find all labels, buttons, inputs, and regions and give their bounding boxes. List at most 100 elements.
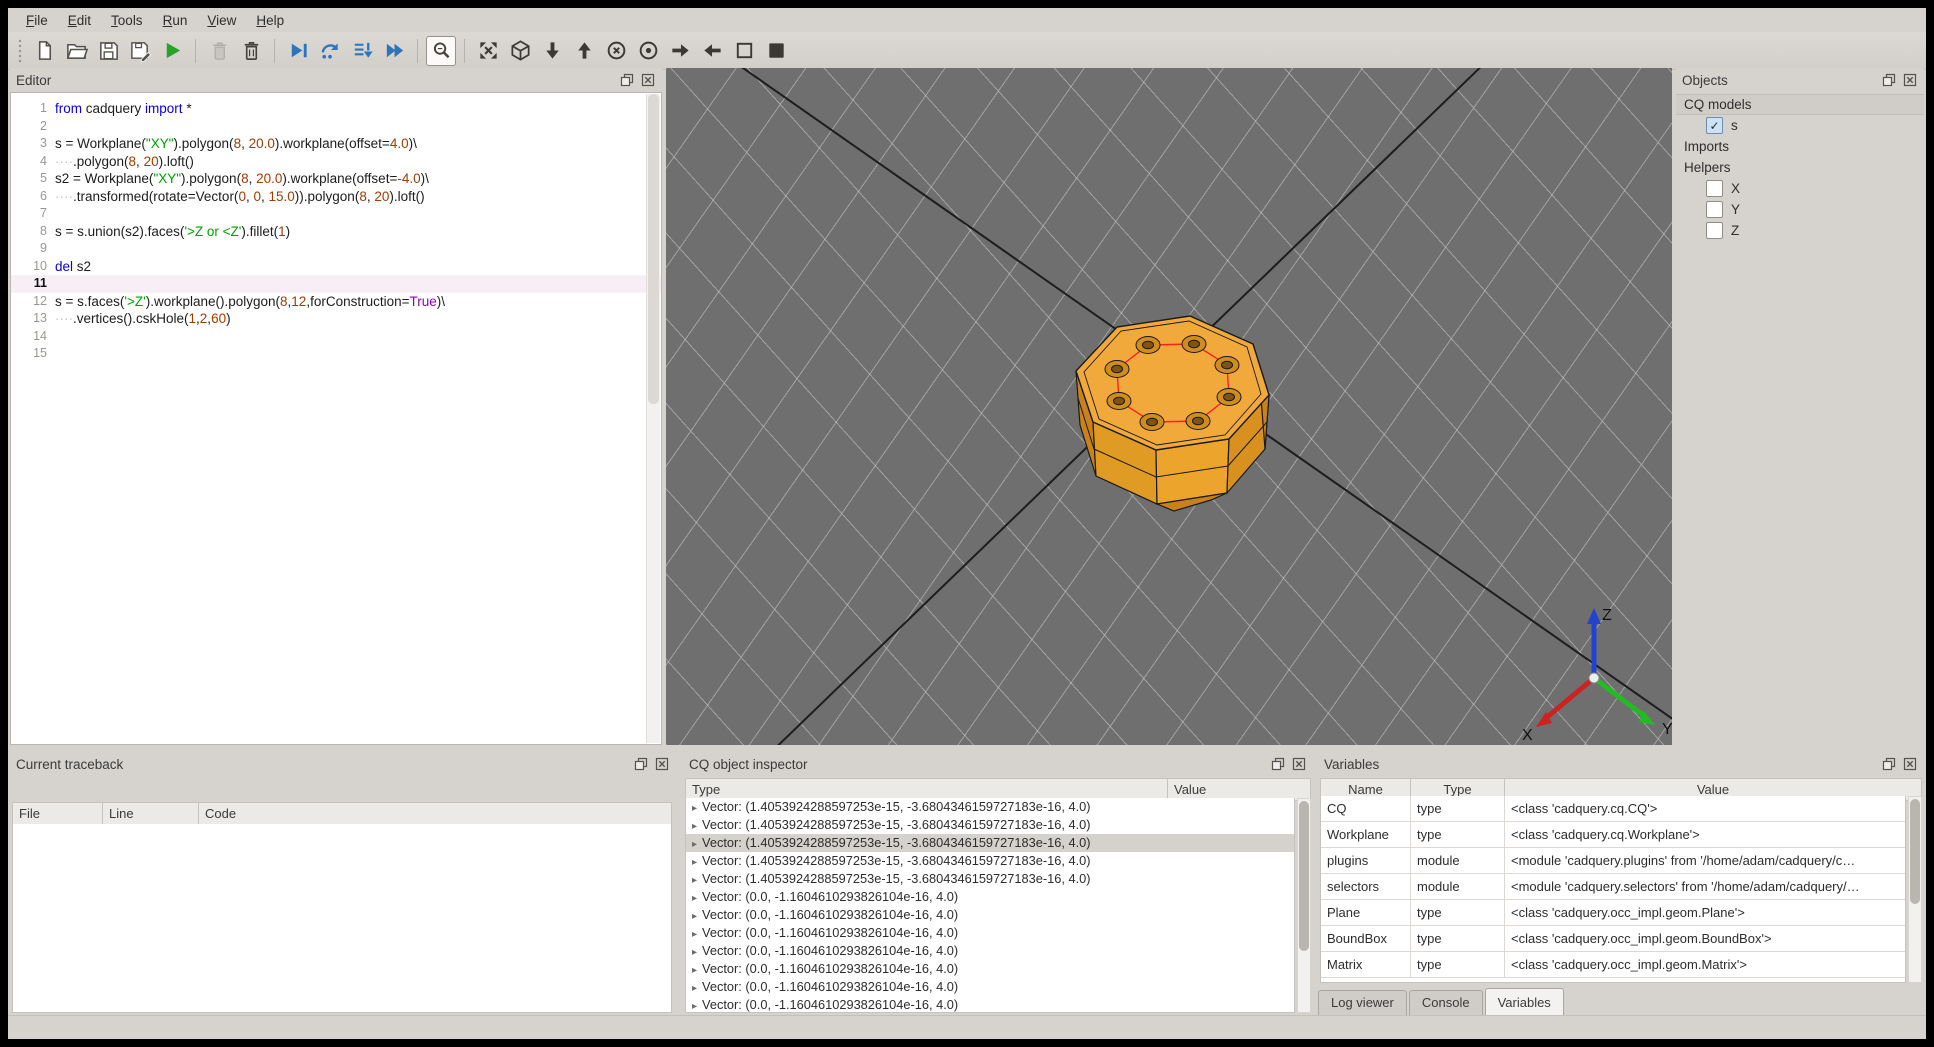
expander-icon[interactable]: ▸ [690, 875, 702, 886]
objects-item-z[interactable]: Z [1676, 220, 1924, 241]
inspector-row[interactable]: ▸ Vector: (1.4053924288597253e-15, -3.680… [686, 852, 1294, 870]
step-in-button[interactable] [347, 36, 377, 66]
inspector-row[interactable]: ▸ Vector: (1.4053924288597253e-15, -3.680… [686, 816, 1294, 834]
fit-view-button[interactable] [473, 36, 503, 66]
shaded-button[interactable] [761, 36, 791, 66]
objects-item-imports[interactable]: Imports [1676, 136, 1924, 157]
traceback-col-line[interactable]: Line [103, 803, 199, 824]
code-line-6[interactable]: 6 ····.transformed(rotate=Vector(0, 0, 15… [11, 188, 661, 206]
code-line-14[interactable]: 14 [11, 328, 661, 346]
code-line-9[interactable]: 9 [11, 240, 661, 258]
traceback-col-code[interactable]: Code [199, 803, 671, 824]
expander-icon[interactable]: ▸ [690, 839, 702, 850]
editor-scrollbar-thumb[interactable] [648, 94, 659, 404]
checkbox-unchecked[interactable] [1706, 201, 1723, 218]
expander-icon[interactable]: ▸ [690, 947, 702, 958]
bottom-view-button[interactable] [569, 36, 599, 66]
variables-scrollbar[interactable] [1908, 796, 1922, 983]
left-view-button[interactable] [665, 36, 695, 66]
delete-button[interactable] [236, 36, 266, 66]
float-icon[interactable] [1270, 756, 1286, 772]
3d-viewport[interactable]: Z X Y [666, 68, 1672, 745]
variables-row[interactable]: Matrix type <class 'cadquery.occ_impl.geom… [1321, 952, 1905, 978]
inspector-row[interactable]: ▸ Vector: (0.0, -1.1604610293826104e-16, … [686, 960, 1294, 978]
expander-icon[interactable]: ▸ [690, 965, 702, 976]
code-line-2[interactable]: 2 [11, 118, 661, 136]
inspector-row[interactable]: ▸ Vector: (0.0, -1.1604610293826104e-16, … [686, 978, 1294, 996]
variables-row[interactable]: plugins module <module 'cadquery.plugins' … [1321, 848, 1905, 874]
objects-item-cq-models[interactable]: CQ models [1676, 94, 1924, 115]
inspector-row[interactable]: ▸ Vector: (0.0, -1.1604610293826104e-16, … [686, 906, 1294, 924]
variables-row[interactable]: selectors module <module 'cadquery.selecto… [1321, 874, 1905, 900]
iso-view-button[interactable] [505, 36, 535, 66]
editor-scrollbar[interactable] [646, 94, 660, 743]
code-line-4[interactable]: 4 ····.polygon(8, 20).loft() [11, 153, 661, 171]
code-line-12[interactable]: 12 s = s.faces('>Z').workplane().polygon(… [11, 293, 661, 311]
search-toggle-button[interactable] [426, 35, 456, 66]
inspector-col-value[interactable]: Value [1168, 779, 1310, 800]
close-icon[interactable] [1291, 756, 1307, 772]
close-icon[interactable] [640, 72, 656, 88]
inspector-scrollbar[interactable] [1297, 798, 1311, 1013]
code-line-3[interactable]: 3 s = Workplane("XY").polygon(8, 20.0).wo… [11, 135, 661, 153]
wireframe-button[interactable] [729, 36, 759, 66]
expander-icon[interactable]: ▸ [690, 929, 702, 940]
float-icon[interactable] [1881, 756, 1897, 772]
objects-item-x[interactable]: X [1676, 178, 1924, 199]
step-button[interactable] [315, 36, 345, 66]
menu-run[interactable]: Run [153, 10, 198, 31]
menu-view[interactable]: View [197, 10, 246, 31]
expander-icon[interactable]: ▸ [690, 983, 702, 994]
inspector-row[interactable]: ▸ Vector: (1.4053924288597253e-15, -3.680… [686, 798, 1294, 816]
variables-table-body[interactable]: CQ type <class 'cadquery.cq.CQ'> Workplane t… [1320, 796, 1906, 983]
expander-icon[interactable]: ▸ [690, 803, 702, 814]
tab-log-viewer[interactable]: Log viewer [1318, 990, 1407, 1015]
code-line-11[interactable]: 11 [11, 275, 661, 293]
objects-item-y[interactable]: Y [1676, 199, 1924, 220]
expander-icon[interactable]: ▸ [690, 911, 702, 922]
expander-icon[interactable]: ▸ [690, 1001, 702, 1012]
continue-button[interactable] [379, 36, 409, 66]
back-view-button[interactable] [633, 36, 663, 66]
debug-button[interactable] [283, 36, 313, 66]
inspector-row[interactable]: ▸ Vector: (0.0, -1.1604610293826104e-16, … [686, 996, 1294, 1012]
traceback-table-body[interactable] [12, 824, 672, 1013]
expander-icon[interactable]: ▸ [690, 821, 702, 832]
close-icon[interactable] [1902, 756, 1918, 772]
code-line-8[interactable]: 8 s = s.union(s2).faces('>Z or <Z').fille… [11, 223, 661, 241]
inspector-row[interactable]: ▸ Vector: (1.4053924288597253e-15, -3.680… [686, 870, 1294, 888]
save-as-button[interactable] [125, 36, 155, 66]
variables-row[interactable]: Workplane type <class 'cadquery.cq.Workpla… [1321, 822, 1905, 848]
close-icon[interactable] [654, 756, 670, 772]
checkbox-unchecked[interactable] [1706, 180, 1723, 197]
variables-row[interactable]: BoundBox type <class 'cadquery.occ_impl.ge… [1321, 926, 1905, 952]
code-editor[interactable]: 1 from cadquery import * 2 3 s = Workplane("… [10, 92, 662, 745]
objects-item-s[interactable]: ✓ s [1676, 115, 1924, 136]
inspector-table-body[interactable]: ▸ Vector: (1.4053924288597253e-15, -3.680… [685, 798, 1295, 1013]
render-button[interactable] [157, 36, 187, 66]
tab-console[interactable]: Console [1408, 990, 1483, 1015]
inspector-row[interactable]: ▸ Vector: (1.4053924288597253e-15, -3.680… [686, 834, 1294, 852]
paste-button[interactable] [204, 36, 234, 66]
code-line-1[interactable]: 1 from cadquery import * [11, 100, 661, 118]
inspector-col-type[interactable]: Type [686, 779, 1168, 800]
cad-model[interactable] [1061, 303, 1285, 517]
front-view-button[interactable] [601, 36, 631, 66]
inspector-scrollbar-thumb[interactable] [1299, 801, 1309, 951]
checkbox-unchecked[interactable] [1706, 222, 1723, 239]
code-line-13[interactable]: 13 ····.vertices().cskHole(1,2,60) [11, 310, 661, 328]
float-icon[interactable] [1881, 72, 1897, 88]
code-line-5[interactable]: 5 s2 = Workplane("XY").polygon(8, 20.0).w… [11, 170, 661, 188]
code-line-7[interactable]: 7 [11, 205, 661, 223]
variables-row[interactable]: Plane type <class 'cadquery.occ_impl.geom.… [1321, 900, 1905, 926]
open-button[interactable] [61, 36, 91, 66]
menu-edit[interactable]: Edit [58, 10, 101, 31]
inspector-row[interactable]: ▸ Vector: (0.0, -1.1604610293826104e-16, … [686, 924, 1294, 942]
variables-row[interactable]: CQ type <class 'cadquery.cq.CQ'> [1321, 796, 1905, 822]
objects-item-helpers[interactable]: Helpers [1676, 157, 1924, 178]
save-button[interactable] [93, 36, 123, 66]
new-file-button[interactable] [29, 36, 59, 66]
tab-variables[interactable]: Variables [1484, 988, 1564, 1015]
float-icon[interactable] [619, 72, 635, 88]
traceback-col-file[interactable]: File [13, 803, 103, 824]
